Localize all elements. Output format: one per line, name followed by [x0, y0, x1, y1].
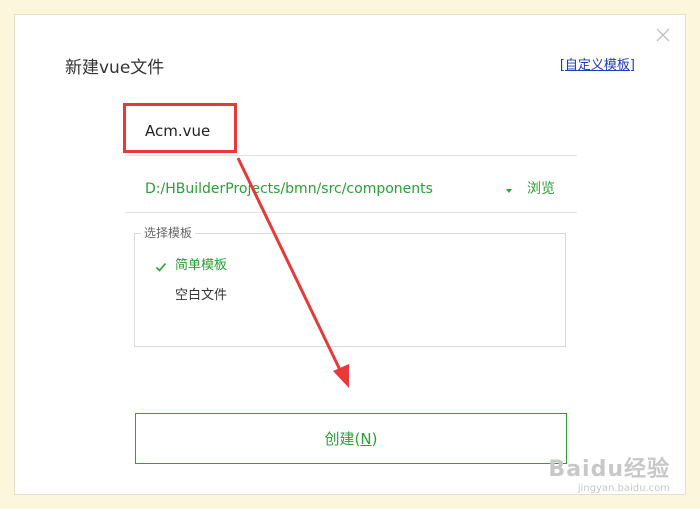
custom-template-link[interactable]: [自定义模板]	[560, 54, 635, 73]
template-option-label: 简单模板	[175, 258, 228, 273]
close-icon[interactable]	[655, 27, 671, 43]
browse-button[interactable]: 浏览	[527, 179, 555, 199]
create-button-shortcut-key: N	[360, 429, 372, 448]
create-button[interactable]: 创建(N)	[135, 413, 567, 464]
filename-highlight-box	[123, 103, 237, 153]
dropdown-arrow-icon[interactable]	[503, 182, 515, 194]
template-option-blank[interactable]: 空白文件	[175, 286, 227, 306]
template-group: 选择模板 简单模板 空白文件	[134, 225, 566, 347]
new-vue-file-dialog: 新建vue文件 [自定义模板] Acm.vue D:/HBuilderProje…	[14, 14, 686, 495]
template-group-legend: 选择模板	[141, 225, 196, 241]
path-row: D:/HBuilderProjects/bmn/src/components 浏…	[125, 170, 577, 213]
checkmark-icon	[155, 260, 167, 272]
create-button-suffix: )	[371, 429, 378, 448]
template-option-label: 空白文件	[175, 288, 228, 303]
path-input[interactable]: D:/HBuilderProjects/bmn/src/components	[145, 179, 433, 199]
template-option-simple[interactable]: 简单模板	[155, 256, 228, 276]
dialog-title: 新建vue文件	[65, 58, 165, 78]
create-button-prefix: 创建(	[324, 430, 361, 448]
